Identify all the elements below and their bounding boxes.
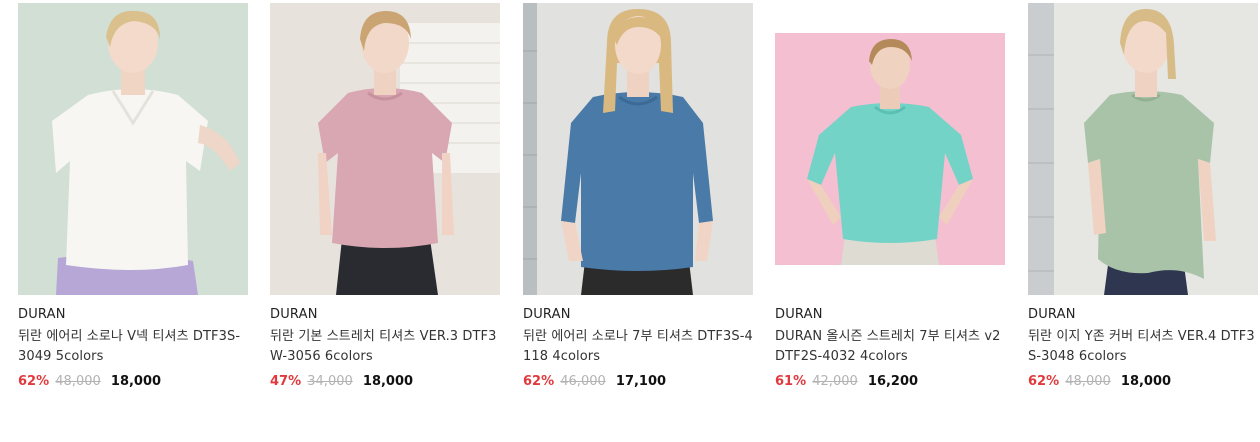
product-price: 47% 34,000 18,000 xyxy=(270,374,500,390)
product-image[interactable] xyxy=(775,3,1005,295)
sage-long-tshirt-photo xyxy=(1028,3,1258,295)
product-card[interactable]: DURAN 뒤란 에어리 소로나 7부 티셔츠 DTF3S-4118 4colo… xyxy=(523,3,753,390)
discount-rate: 61% xyxy=(775,374,807,389)
discount-rate: 62% xyxy=(1028,374,1060,389)
product-price: 62% 48,000 18,000 xyxy=(18,374,248,390)
discount-rate: 47% xyxy=(270,374,302,389)
blue-three-quarter-tshirt-photo xyxy=(523,3,753,295)
original-price: 48,000 xyxy=(1065,374,1111,389)
original-price: 34,000 xyxy=(307,374,353,389)
product-brand: DURAN xyxy=(270,307,318,322)
original-price: 42,000 xyxy=(812,374,858,389)
product-card[interactable]: DURAN 뒤란 에어리 소로나 V넥 티셔츠 DTF3S-3049 5colo… xyxy=(18,3,248,390)
product-image[interactable] xyxy=(270,3,500,295)
product-image[interactable] xyxy=(1028,3,1258,295)
discount-rate: 62% xyxy=(18,374,50,389)
product-card[interactable]: DURAN DURAN 올시즌 스트레치 7부 티셔츠 v2 DTF2S-403… xyxy=(775,3,1005,390)
sale-price: 18,000 xyxy=(362,374,414,389)
discount-rate: 62% xyxy=(523,374,555,389)
original-price: 46,000 xyxy=(560,374,606,389)
product-price: 62% 48,000 18,000 xyxy=(1028,374,1258,390)
sale-price: 17,100 xyxy=(615,374,667,389)
sale-price: 18,000 xyxy=(1120,374,1172,389)
product-brand: DURAN xyxy=(18,307,66,322)
white-vneck-tshirt-photo xyxy=(18,3,248,295)
sale-price: 16,200 xyxy=(867,374,919,389)
sale-price: 18,000 xyxy=(110,374,162,389)
product-price: 61% 42,000 16,200 xyxy=(775,374,1005,390)
original-price: 48,000 xyxy=(55,374,101,389)
product-name[interactable]: 뒤란 기본 스트레치 티셔츠 VER.3 DTF3W-3056 6colors xyxy=(270,327,500,367)
product-price: 62% 46,000 17,100 xyxy=(523,374,753,390)
product-name[interactable]: DURAN 올시즌 스트레치 7부 티셔츠 v2 DTF2S-4032 4col… xyxy=(775,327,1005,367)
product-image[interactable] xyxy=(523,3,753,295)
product-brand: DURAN xyxy=(775,307,823,322)
product-image[interactable] xyxy=(18,3,248,295)
product-name[interactable]: 뒤란 에어리 소로나 V넥 티셔츠 DTF3S-3049 5colors xyxy=(18,327,248,367)
product-name[interactable]: 뒤란 에어리 소로나 7부 티셔츠 DTF3S-4118 4colors xyxy=(523,327,753,367)
product-brand: DURAN xyxy=(523,307,571,322)
product-brand: DURAN xyxy=(1028,307,1076,322)
product-card[interactable]: DURAN 뒤란 기본 스트레치 티셔츠 VER.3 DTF3W-3056 6c… xyxy=(270,3,500,390)
product-name[interactable]: 뒤란 이지 Y존 커버 티셔츠 VER.4 DTF3S-3048 6colors xyxy=(1028,327,1258,367)
product-card[interactable]: DURAN 뒤란 이지 Y존 커버 티셔츠 VER.4 DTF3S-3048 6… xyxy=(1028,3,1258,390)
pink-tshirt-photo xyxy=(270,3,500,295)
mint-three-quarter-tshirt-photo xyxy=(775,3,1005,295)
